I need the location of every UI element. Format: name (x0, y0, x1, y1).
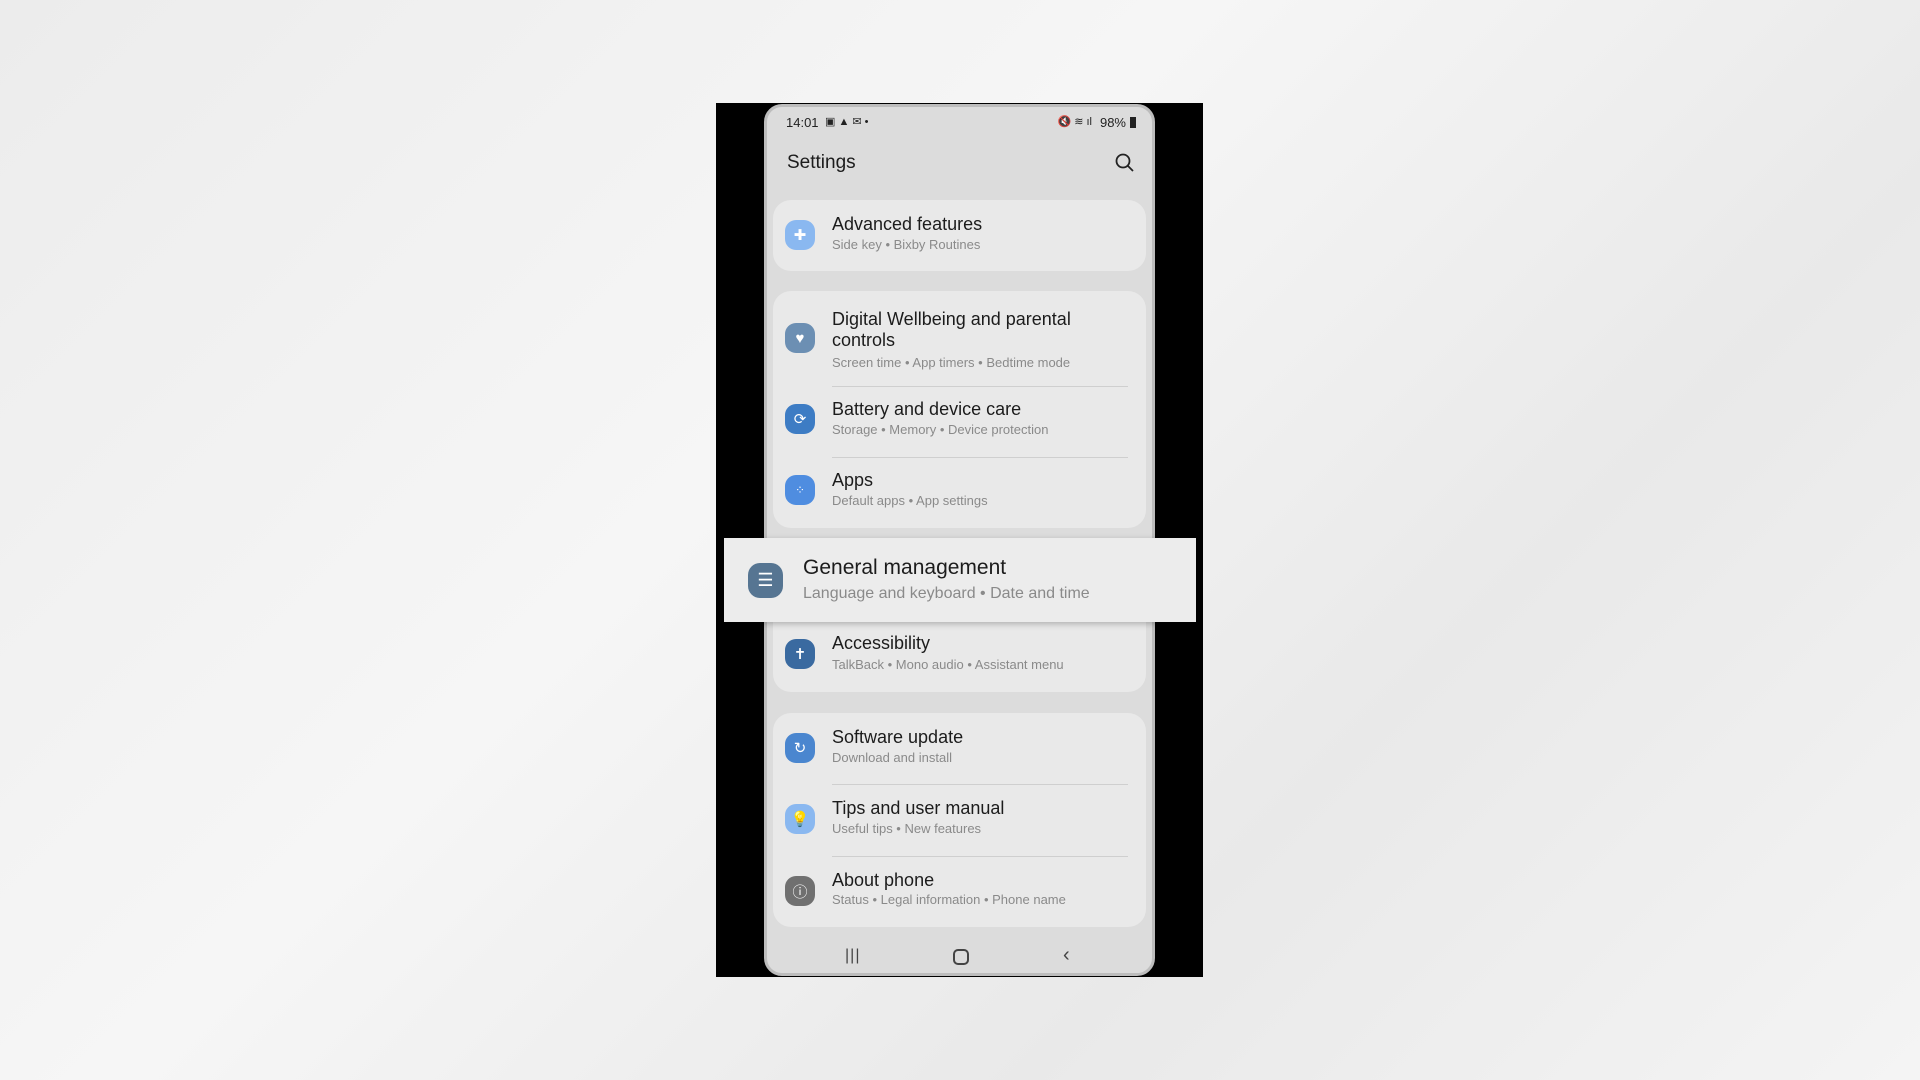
list-item-advanced-features[interactable]: ✚ Advanced features Side key • Bixby Rou… (773, 200, 1146, 271)
list-item-tips[interactable]: 💡 Tips and user manual Useful tips • New… (773, 784, 1146, 856)
battery-icon (1130, 117, 1136, 128)
list-item-software-update[interactable]: ↻ Software update Download and install (773, 713, 1146, 784)
notification-icons: ▣ ▲ ✉ • (825, 116, 869, 128)
page-title: Settings (787, 152, 856, 173)
signal-icons: 🔇 ≋ ıl (1057, 116, 1092, 128)
sliders-icon: ☰ (748, 563, 783, 598)
back-button[interactable]: ‹ (1063, 944, 1070, 967)
navigation-bar: ||| ‹ (767, 943, 1152, 973)
apps-grid-icon: ⁘ (785, 475, 815, 505)
recent-apps-button[interactable]: ||| (845, 947, 860, 965)
battery-level: 98% (1099, 115, 1126, 130)
home-button[interactable] (953, 949, 969, 965)
card-advanced: ✚ Advanced features Side key • Bixby Rou… (773, 200, 1146, 271)
lightbulb-icon: 💡 (785, 804, 815, 834)
card-support: ↻ Software update Download and install 💡… (773, 713, 1146, 927)
list-item-general-management[interactable]: ☰ General management Language and keyboa… (724, 538, 1196, 622)
status-bar: 14:01 ▣ ▲ ✉ • 🔇 ≋ ıl 98% (767, 115, 1152, 139)
update-icon: ↻ (785, 733, 815, 763)
accessibility-icon: ✝ (785, 639, 815, 669)
search-icon[interactable] (1114, 152, 1136, 174)
list-item-apps[interactable]: ⁘ Apps Default apps • App settings (773, 457, 1146, 528)
heart-circle-icon: ♥ (785, 323, 815, 353)
list-item-about-phone[interactable]: ⓘ About phone Status • Legal information… (773, 856, 1146, 927)
list-item-accessibility[interactable]: ✝ Accessibility TalkBack • Mono audio • … (773, 625, 1146, 692)
list-item-battery[interactable]: ⟳ Battery and device care Storage • Memo… (773, 386, 1146, 457)
list-item-digital-wellbeing[interactable]: ♥ Digital Wellbeing and parental control… (773, 291, 1146, 386)
refresh-circle-icon: ⟳ (785, 404, 815, 434)
card-device: ♥ Digital Wellbeing and parental control… (773, 291, 1146, 528)
gear-plus-icon: ✚ (785, 220, 815, 250)
info-icon: ⓘ (785, 876, 815, 906)
status-time: 14:01 (786, 115, 819, 130)
